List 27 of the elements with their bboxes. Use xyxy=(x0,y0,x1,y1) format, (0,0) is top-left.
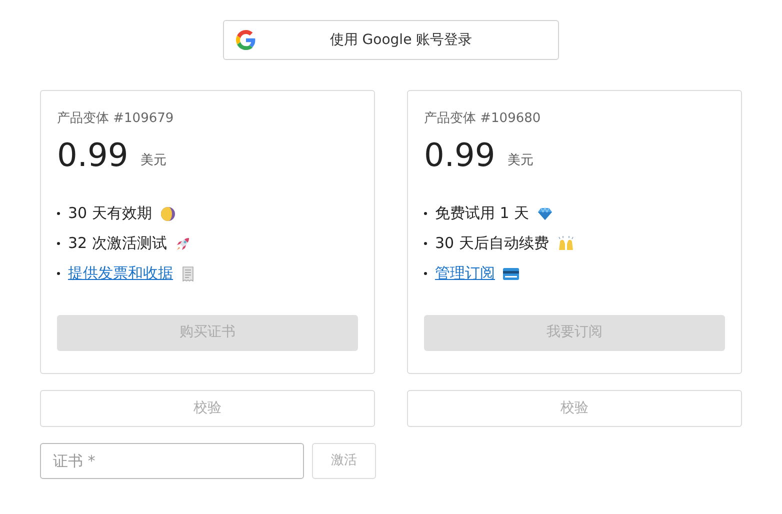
bullet-icon xyxy=(57,212,60,215)
price: 0.99 xyxy=(424,134,496,174)
bullet-icon xyxy=(424,272,427,275)
feature-text: 30 天有效期 xyxy=(68,203,152,224)
bullet-icon xyxy=(424,212,427,215)
google-sign-in-button[interactable]: 使用 Google 账号登录 xyxy=(223,20,559,60)
variant-label: 产品变体 #109679 xyxy=(57,110,175,128)
raised-hands-icon xyxy=(556,236,575,252)
receipt-icon xyxy=(181,266,195,282)
variant-label: 产品变体 #109680 xyxy=(424,110,542,128)
rocket-icon xyxy=(174,236,191,252)
feature-link[interactable]: 提供发票和收据 xyxy=(68,262,173,285)
price: 0.99 xyxy=(57,134,128,174)
bullet-icon xyxy=(424,242,427,245)
bullet-icon xyxy=(57,272,60,275)
currency: 美元 xyxy=(140,152,166,170)
feature-text: 免费试用 1 天 xyxy=(435,203,530,224)
credit-card-icon xyxy=(503,268,519,280)
currency: 美元 xyxy=(507,152,534,170)
google-logo-icon xyxy=(236,30,256,50)
gem-icon xyxy=(537,206,554,222)
feature-text: 30 天后自动续费 xyxy=(435,233,549,254)
feature-text: 32 次激活测试 xyxy=(68,233,167,254)
license-input-field[interactable]: 证书 * xyxy=(40,443,304,479)
moon-icon xyxy=(160,206,176,222)
feature-link[interactable]: 管理订阅 xyxy=(435,262,495,285)
bullet-icon xyxy=(57,242,60,245)
